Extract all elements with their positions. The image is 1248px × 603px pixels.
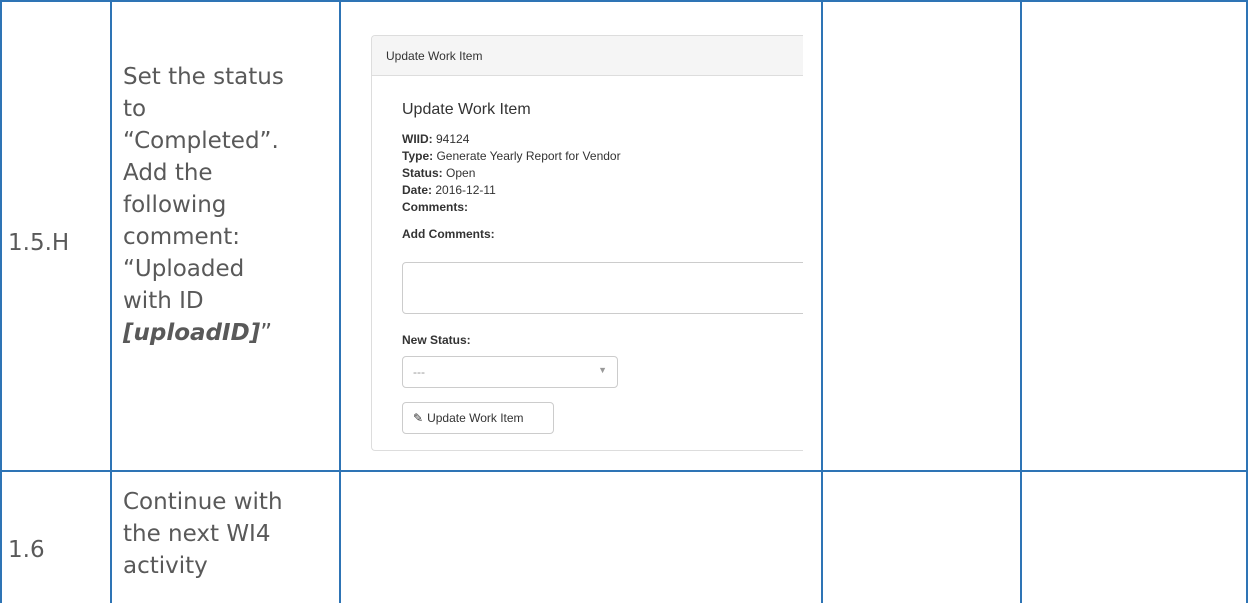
step-description: Set the status to “Completed”. Add the f… [123,64,284,346]
panel-heading: Update Work Item [372,36,803,76]
new-status-select[interactable]: --- ▼ [402,356,618,388]
step-number: 1.6 [8,537,45,563]
table-row-divider [0,0,1248,2]
new-status-value: --- [413,365,425,379]
new-status-label: New Status: [402,333,471,347]
upload-id-placeholder: [uploadID] [123,320,261,346]
table-column-divider [339,0,341,603]
panel-title: Update Work Item [402,101,531,118]
pencil-icon: ✎ [413,411,424,425]
type-field: Type: Generate Yearly Report for Vendor [402,149,621,163]
table-column-divider [821,0,823,603]
update-button-label: Update Work Item [427,411,524,425]
comments-field: Comments: [402,200,469,214]
table-row-divider [0,470,1248,472]
step-number: 1.5.H [8,230,70,256]
table-column-divider [110,0,112,603]
wiid-field: WIID: 94124 [402,132,470,146]
status-field: Status: Open [402,166,476,180]
add-comments-label: Add Comments: [402,227,495,241]
step-description: Continue with the next WI4 activity [123,489,283,579]
update-work-item-button[interactable]: ✎ Update Work Item [402,402,554,434]
table-column-divider [1020,0,1022,603]
add-comments-textarea[interactable] [402,262,803,314]
chevron-down-icon: ▼ [598,365,607,375]
date-field: Date: 2016-12-11 [402,183,496,197]
update-work-item-panel: Update Work Item Update Work Item WIID: … [371,35,803,451]
table-border-left [0,0,2,603]
